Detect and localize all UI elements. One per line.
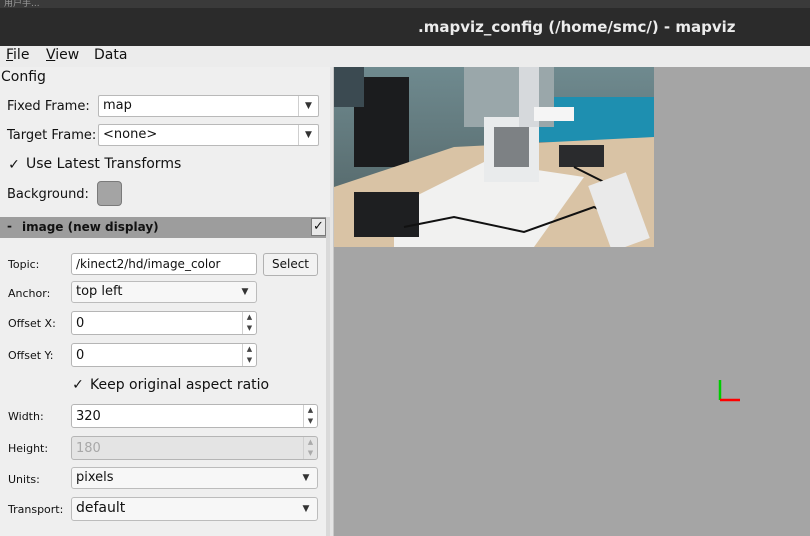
chevron-down-icon: ▼	[302, 504, 310, 514]
topic-label: Topic:	[8, 258, 40, 271]
offset-y-value: 0	[76, 348, 85, 363]
menu-bar: File View Data	[0, 46, 810, 67]
spin-down-icon[interactable]: ▼	[247, 356, 252, 364]
height-spinner: ▲ ▼	[303, 437, 317, 459]
use-latest-checkbox[interactable]: ✓	[7, 158, 21, 172]
chevron-down-icon: ▼	[302, 473, 310, 483]
width-label: Width:	[8, 410, 44, 423]
menu-view[interactable]: View	[46, 47, 79, 63]
offset-x-value: 0	[76, 316, 85, 331]
chevron-down-icon: ▼	[298, 96, 318, 116]
image-display-header[interactable]: - image (new display) ✓	[0, 217, 326, 238]
display-enabled-checkbox[interactable]: ✓	[311, 218, 326, 236]
units-label: Units:	[8, 473, 40, 486]
config-scrollbar[interactable]	[326, 217, 330, 536]
units-combo[interactable]: pixels ▼	[71, 467, 318, 489]
keep-aspect-checkbox[interactable]: ✓	[71, 378, 85, 392]
chevron-down-icon: ▼	[241, 287, 249, 297]
camera-image	[334, 67, 654, 247]
top-strip-text: 用户手...	[4, 0, 40, 8]
offset-x-label: Offset X:	[8, 317, 56, 330]
config-title: Config	[1, 69, 46, 85]
topic-input[interactable]: /kinect2/hd/image_color	[71, 253, 257, 275]
height-input: 180 ▲ ▼	[71, 436, 318, 460]
width-input[interactable]: 320 ▲ ▼	[71, 404, 318, 428]
spin-up-icon[interactable]: ▲	[247, 313, 252, 321]
spin-up-icon: ▲	[307, 438, 314, 446]
width-spinner[interactable]: ▲ ▼	[303, 405, 317, 427]
transport-label: Transport:	[8, 503, 64, 516]
menu-data[interactable]: Data	[94, 47, 127, 63]
mapviz-window: 用户手... .mapviz_config (/home/smc/) - map…	[0, 0, 810, 536]
display-name: image (new display)	[22, 220, 159, 234]
width-value: 320	[76, 409, 101, 424]
target-frame-value: <none>	[103, 127, 158, 142]
fixed-frame-label: Fixed Frame:	[7, 99, 90, 114]
transport-value: default	[76, 500, 126, 516]
map-origin-axes-icon	[718, 380, 740, 402]
config-panel: Config Fixed Frame: map ▼ Target Frame: …	[0, 67, 330, 536]
anchor-combo[interactable]: top left ▼	[71, 281, 257, 303]
keep-aspect-label: Keep original aspect ratio	[90, 377, 270, 393]
map-view[interactable]	[334, 67, 810, 536]
spin-up-icon[interactable]: ▲	[308, 406, 313, 414]
window-title: .mapviz_config (/home/smc/) - mapviz	[418, 18, 736, 36]
spin-down-icon[interactable]: ▼	[308, 417, 313, 425]
background-color-button[interactable]	[97, 181, 122, 206]
offset-x-spinner[interactable]: ▲ ▼	[242, 312, 256, 334]
transport-combo[interactable]: default ▼	[71, 497, 318, 521]
offset-y-label: Offset Y:	[8, 349, 54, 362]
select-topic-button[interactable]: Select	[263, 253, 318, 276]
target-frame-label: Target Frame:	[7, 128, 97, 143]
chevron-down-icon: ▼	[298, 125, 318, 145]
anchor-label: Anchor:	[8, 287, 51, 300]
menu-file[interactable]: File	[6, 47, 29, 63]
fixed-frame-value: map	[103, 98, 132, 113]
units-value: pixels	[76, 470, 114, 485]
top-panel-strip: 用户手...	[0, 0, 810, 8]
fixed-frame-combo[interactable]: map ▼	[98, 95, 319, 117]
collapse-icon[interactable]: -	[7, 219, 12, 233]
spin-down-icon: ▼	[307, 449, 314, 457]
offset-y-spinner[interactable]: ▲ ▼	[242, 344, 256, 366]
offset-y-input[interactable]: 0 ▲ ▼	[71, 343, 257, 367]
anchor-value: top left	[76, 284, 123, 299]
height-label: Height:	[8, 442, 49, 455]
offset-x-input[interactable]: 0 ▲ ▼	[71, 311, 257, 335]
target-frame-combo[interactable]: <none> ▼	[98, 124, 319, 146]
title-bar[interactable]: .mapviz_config (/home/smc/) - mapviz	[0, 8, 810, 46]
spin-down-icon[interactable]: ▼	[247, 324, 252, 332]
height-value: 180	[76, 441, 101, 456]
spin-up-icon[interactable]: ▲	[247, 345, 252, 353]
use-latest-label: Use Latest Transforms	[26, 156, 182, 172]
background-label: Background:	[7, 187, 89, 202]
